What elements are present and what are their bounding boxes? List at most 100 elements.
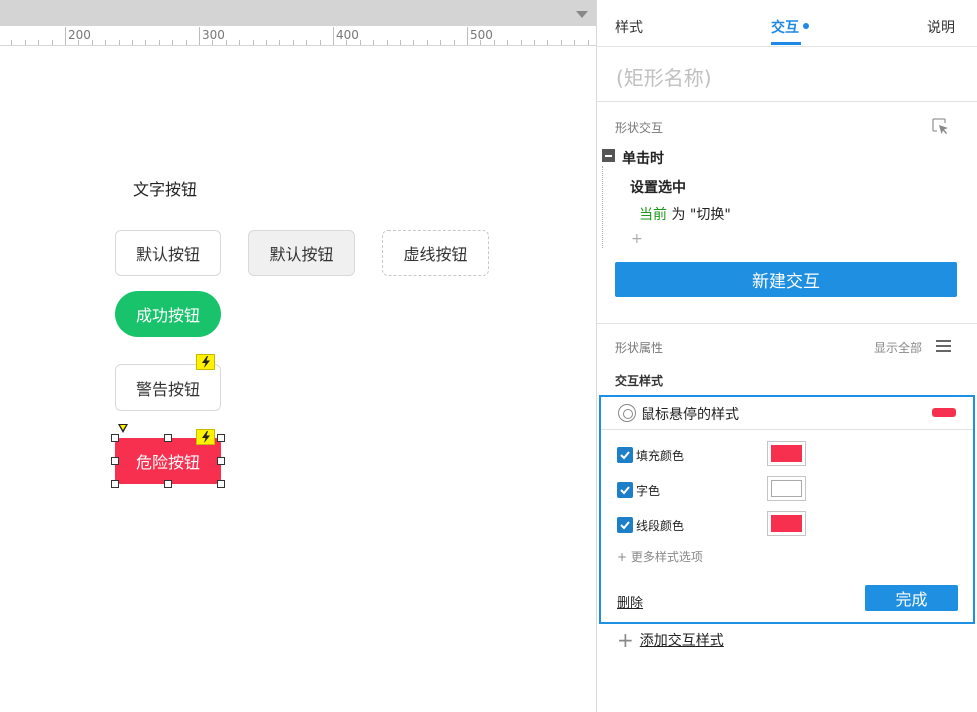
fill-color-label: 填充颜色 xyxy=(636,449,685,463)
hover-style-editor: 鼠标悬停的样式 填充颜色 字色 线段颜色 + 更多样式选项 删除 完成 xyxy=(599,395,975,624)
ruler-tick xyxy=(507,40,508,45)
tab-active-underline xyxy=(771,42,801,45)
ruler-tick xyxy=(186,40,187,45)
shape-name-field[interactable]: (矩形名称) xyxy=(616,62,712,91)
ruler-tick xyxy=(333,27,334,45)
font-color-row: 字色 xyxy=(617,476,957,501)
font-color-label: 字色 xyxy=(636,484,661,498)
ruler-tick xyxy=(239,40,240,45)
ruler-tick xyxy=(226,40,227,45)
ruler-tick xyxy=(561,40,562,45)
ruler-tick xyxy=(467,27,468,45)
tab-interactions[interactable]: 交互 xyxy=(771,17,799,37)
ruler-tick xyxy=(145,40,146,45)
action-target: 当前 xyxy=(639,207,667,223)
collapse-icon[interactable] xyxy=(602,149,615,162)
horizontal-ruler: 200 300 400 500 xyxy=(0,26,596,46)
ruler-tick xyxy=(132,40,133,45)
divider xyxy=(597,323,977,324)
resize-handle[interactable] xyxy=(217,480,225,488)
shape-interactions-label: 形状交互 xyxy=(615,121,664,135)
ruler-tick xyxy=(199,27,200,45)
ruler-tick xyxy=(373,40,374,45)
ruler-tick xyxy=(387,40,388,45)
interaction-bolt-icon[interactable] xyxy=(196,354,215,370)
add-interaction-style-label: 添加交互样式 xyxy=(639,633,724,649)
action-detail[interactable]: 当前 为 "切换" xyxy=(639,204,731,224)
hover-style-header[interactable]: 鼠标悬停的样式 xyxy=(601,397,973,430)
resize-handle[interactable] xyxy=(164,480,172,488)
ruler-tick xyxy=(534,40,535,45)
font-color-checkbox[interactable] xyxy=(617,482,633,498)
line-color-row: 线段颜色 xyxy=(617,511,957,536)
text-button[interactable]: 文字按钮 xyxy=(133,176,197,200)
ruler-tick xyxy=(253,40,254,45)
shape-properties-label: 形状属性 xyxy=(615,341,664,355)
default-button-gray[interactable]: 默认按钮 xyxy=(248,230,355,276)
resize-handle[interactable] xyxy=(217,434,225,442)
fill-color-checkbox[interactable] xyxy=(617,447,633,463)
resize-handle[interactable] xyxy=(217,457,225,465)
ruler-tick xyxy=(360,40,361,45)
ruler-label: 300 xyxy=(202,28,225,42)
add-interaction-style-link[interactable]: + 添加交互样式 xyxy=(617,630,724,650)
ruler-label: 500 xyxy=(470,28,493,42)
dashed-button[interactable]: 虚线按钮 xyxy=(382,230,489,276)
add-action-icon[interactable]: + xyxy=(631,231,643,247)
anchor-marker-icon[interactable] xyxy=(118,424,128,433)
hover-style-swatch xyxy=(932,408,956,417)
ruler-tick xyxy=(588,40,589,45)
tab-style[interactable]: 样式 xyxy=(615,17,643,37)
ruler-tick xyxy=(279,40,280,45)
ruler-tick xyxy=(440,40,441,45)
line-color-checkbox[interactable] xyxy=(617,517,633,533)
warning-button[interactable]: 警告按钮 xyxy=(115,364,221,411)
design-canvas[interactable]: 200 300 400 500 文字按钮 默认按钮 默认按钮 虚线按钮 成功按钮… xyxy=(0,0,596,712)
ruler-tick xyxy=(346,40,347,45)
ruler-tick xyxy=(320,40,321,45)
fill-color-swatch[interactable] xyxy=(767,441,806,466)
success-button[interactable]: 成功按钮 xyxy=(115,291,221,337)
ruler-tick xyxy=(521,40,522,45)
ruler-tick xyxy=(52,40,53,45)
ruler-label: 200 xyxy=(68,28,91,42)
ruler-tick xyxy=(119,40,120,45)
show-all-link[interactable]: 显示全部 xyxy=(874,339,922,356)
interaction-bolt-icon[interactable] xyxy=(196,429,215,445)
inspector-tabs: 样式 交互 说明 xyxy=(597,0,977,47)
hover-style-title: 鼠标悬停的样式 xyxy=(641,407,739,423)
delete-link[interactable]: 删除 xyxy=(617,592,643,611)
ruler-tick xyxy=(454,40,455,45)
event-onclick[interactable]: 单击时 xyxy=(622,148,664,168)
ruler-tick xyxy=(11,40,12,45)
ruler-tick xyxy=(65,27,66,45)
dropdown-arrow-icon[interactable] xyxy=(576,11,588,18)
ruler-tick xyxy=(105,40,106,45)
ruler-tick xyxy=(172,40,173,45)
ruler-tick xyxy=(413,40,414,45)
ruler-tick xyxy=(38,40,39,45)
inspector-panel: 样式 交互 说明 (矩形名称) 形状交互 单击时 设置选中 当前 为 "切换" … xyxy=(596,0,977,712)
default-button[interactable]: 默认按钮 xyxy=(115,230,221,276)
resize-handle[interactable] xyxy=(164,434,172,442)
ruler-tick xyxy=(480,40,481,45)
done-button[interactable]: 完成 xyxy=(865,585,958,611)
plus-icon: + xyxy=(617,628,634,652)
action-set-selected[interactable]: 设置选中 xyxy=(630,177,686,197)
font-color-swatch[interactable] xyxy=(767,476,806,501)
menu-icon[interactable] xyxy=(936,340,952,354)
fill-color-row: 填充颜色 xyxy=(617,441,957,466)
resize-handle[interactable] xyxy=(111,480,119,488)
pick-target-icon[interactable] xyxy=(932,118,950,136)
ruler-tick xyxy=(92,40,93,45)
more-style-options-link[interactable]: + 更多样式选项 xyxy=(617,548,703,565)
ruler-tick xyxy=(400,40,401,45)
resize-handle[interactable] xyxy=(111,434,119,442)
ruler-tick xyxy=(306,40,307,45)
new-interaction-button[interactable]: 新建交互 xyxy=(615,262,957,297)
line-color-swatch[interactable] xyxy=(767,511,806,536)
tab-notes[interactable]: 说明 xyxy=(927,17,955,37)
resize-handle[interactable] xyxy=(111,457,119,465)
tab-active-dot xyxy=(803,23,809,29)
canvas-top-bar xyxy=(0,0,596,26)
